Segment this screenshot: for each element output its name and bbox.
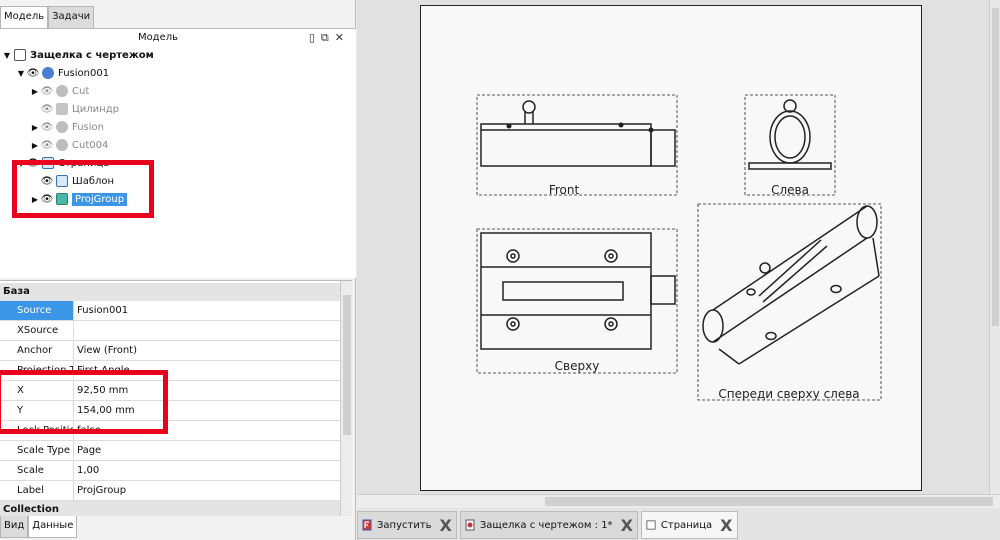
eye-hidden-icon[interactable]: 👁 <box>40 140 54 151</box>
view-isometric[interactable] <box>697 203 882 401</box>
property-value[interactable]: View (Front) <box>74 341 137 360</box>
collapse-arrow-icon[interactable]: ▼ <box>2 51 12 60</box>
property-key: Scale Type <box>0 441 74 460</box>
drawing-view[interactable]: Front Слева Сверху Спереди сверху слева <box>357 0 1000 494</box>
tree-item-fusion001[interactable]: ▼ 👁 Fusion001 <box>0 64 356 82</box>
view-left[interactable] <box>744 94 836 196</box>
close-icon[interactable]: ✕ <box>335 31 350 44</box>
tree-item-label: Fusion001 <box>58 67 110 79</box>
property-key: Label <box>0 481 74 500</box>
tree-item-label: Cut004 <box>72 139 109 151</box>
horizontal-scrollbar[interactable] <box>357 494 1000 508</box>
eye-hidden-icon[interactable]: 👁 <box>40 104 54 115</box>
doc-tab-label: Защелка с чертежом : 1* <box>479 519 613 531</box>
vertical-scrollbar[interactable] <box>989 0 1000 494</box>
tree-item-label: Fusion <box>72 121 104 133</box>
cut-icon <box>56 139 68 151</box>
tree-item-document[interactable]: ▼ Защелка с чертежом <box>0 46 356 64</box>
expand-arrow-icon[interactable]: ▶ <box>30 141 40 150</box>
property-value[interactable]: ProjGroup <box>74 481 126 500</box>
property-row[interactable]: Source Fusion001 <box>0 301 340 321</box>
tab-tasks[interactable]: Задачи <box>48 6 95 28</box>
model-tree-panel: Модель ▯⧉✕ ▼ Защелка с чертежом ▼ 👁 Fusi… <box>0 28 356 278</box>
property-tabs: Вид Данные <box>0 516 78 538</box>
scrollbar-thumb[interactable] <box>992 8 999 326</box>
highlight-box-tree <box>12 160 154 218</box>
cut-icon <box>56 85 68 97</box>
view-front[interactable] <box>476 94 678 196</box>
scrollbar-thumb[interactable] <box>343 295 351 435</box>
doc-tab-start[interactable]: Запустить X <box>357 511 457 539</box>
property-row[interactable]: Label ProjGroup <box>0 481 340 501</box>
property-value[interactable] <box>74 321 77 340</box>
tree-item-fusion[interactable]: ▶ 👁 Fusion <box>0 118 356 136</box>
drawing-sheet[interactable]: Front Слева Сверху Спереди сверху слева <box>420 5 922 491</box>
tree-item-label: Цилиндр <box>72 103 119 115</box>
property-value[interactable]: Fusion001 <box>74 301 128 320</box>
expand-arrow-icon[interactable]: ▶ <box>30 87 40 96</box>
combo-view-tabs: Модель Задачи <box>0 6 95 28</box>
scrollbar-thumb[interactable] <box>545 497 993 506</box>
view-label-left: Слева <box>771 183 809 197</box>
cylinder-icon <box>56 103 68 115</box>
property-group-base: База <box>0 283 340 301</box>
tree-panel-title: Модель <box>137 32 179 43</box>
freecad-icon <box>362 519 372 531</box>
view-label-front: Front <box>549 183 580 197</box>
close-icon[interactable]: X <box>440 516 452 535</box>
tree-item-cylinder[interactable]: 👁 Цилиндр <box>0 100 356 118</box>
page-icon <box>646 520 656 530</box>
eye-hidden-icon[interactable]: 👁 <box>40 122 54 133</box>
combo-view-panel: Модель Задачи Модель ▯⧉✕ ▼ Защелка с чер… <box>0 0 356 540</box>
tree-item-label: Защелка с чертежом <box>30 49 154 61</box>
property-row[interactable]: Anchor View (Front) <box>0 341 340 361</box>
property-key: XSource <box>0 321 74 340</box>
view-label-top: Сверху <box>555 359 600 373</box>
property-key: Scale <box>0 461 74 480</box>
property-value[interactable]: 1,00 <box>74 461 99 480</box>
doc-tab-document[interactable]: Защелка с чертежом : 1* X <box>459 511 638 539</box>
collapse-arrow-icon[interactable]: ▼ <box>16 69 26 78</box>
close-icon[interactable]: X <box>720 516 732 535</box>
property-scrollbar[interactable] <box>340 281 352 516</box>
property-group-collection: Collection <box>0 501 340 516</box>
doc-tab-label: Запустить <box>377 519 432 531</box>
tab-data[interactable]: Данные <box>28 516 78 538</box>
property-row[interactable]: Scale 1,00 <box>0 461 340 481</box>
view-top[interactable] <box>476 228 678 374</box>
document-icon <box>14 49 26 61</box>
expand-arrow-icon[interactable]: ▶ <box>30 123 40 132</box>
tree-item-cut[interactable]: ▶ 👁 Cut <box>0 82 356 100</box>
document-icon <box>465 519 475 531</box>
doc-tab-page[interactable]: Страница X <box>640 511 738 539</box>
panel-buttons: ▯⧉✕ <box>309 31 350 45</box>
property-row[interactable]: Scale Type Page <box>0 441 340 461</box>
restore-icon[interactable]: ▯ <box>309 31 321 44</box>
fusion-icon <box>42 67 54 79</box>
eye-hidden-icon[interactable]: 👁 <box>40 86 54 97</box>
doc-tab-label: Страница <box>660 519 713 531</box>
view-label-isometric: Спереди сверху слева <box>718 387 859 401</box>
tab-view[interactable]: Вид <box>0 516 29 538</box>
eye-icon[interactable]: 👁 <box>26 68 40 79</box>
tree-item-cut004[interactable]: ▶ 👁 Cut004 <box>0 136 356 154</box>
property-value[interactable]: Page <box>74 441 101 460</box>
close-icon[interactable]: X <box>621 516 633 535</box>
document-tabs: Запустить X Защелка с чертежом : 1* X Ст… <box>357 508 1000 540</box>
tree-item-label: Cut <box>72 85 90 97</box>
drawing-canvas: Front Слева Сверху Спереди сверху слева <box>476 94 882 401</box>
fusion-icon <box>56 121 68 133</box>
property-row[interactable]: XSource <box>0 321 340 341</box>
tab-model[interactable]: Модель <box>0 6 49 28</box>
float-icon[interactable]: ⧉ <box>321 31 335 44</box>
property-key: Source <box>0 301 74 320</box>
highlight-box-props <box>0 370 168 434</box>
property-key: Anchor <box>0 341 74 360</box>
